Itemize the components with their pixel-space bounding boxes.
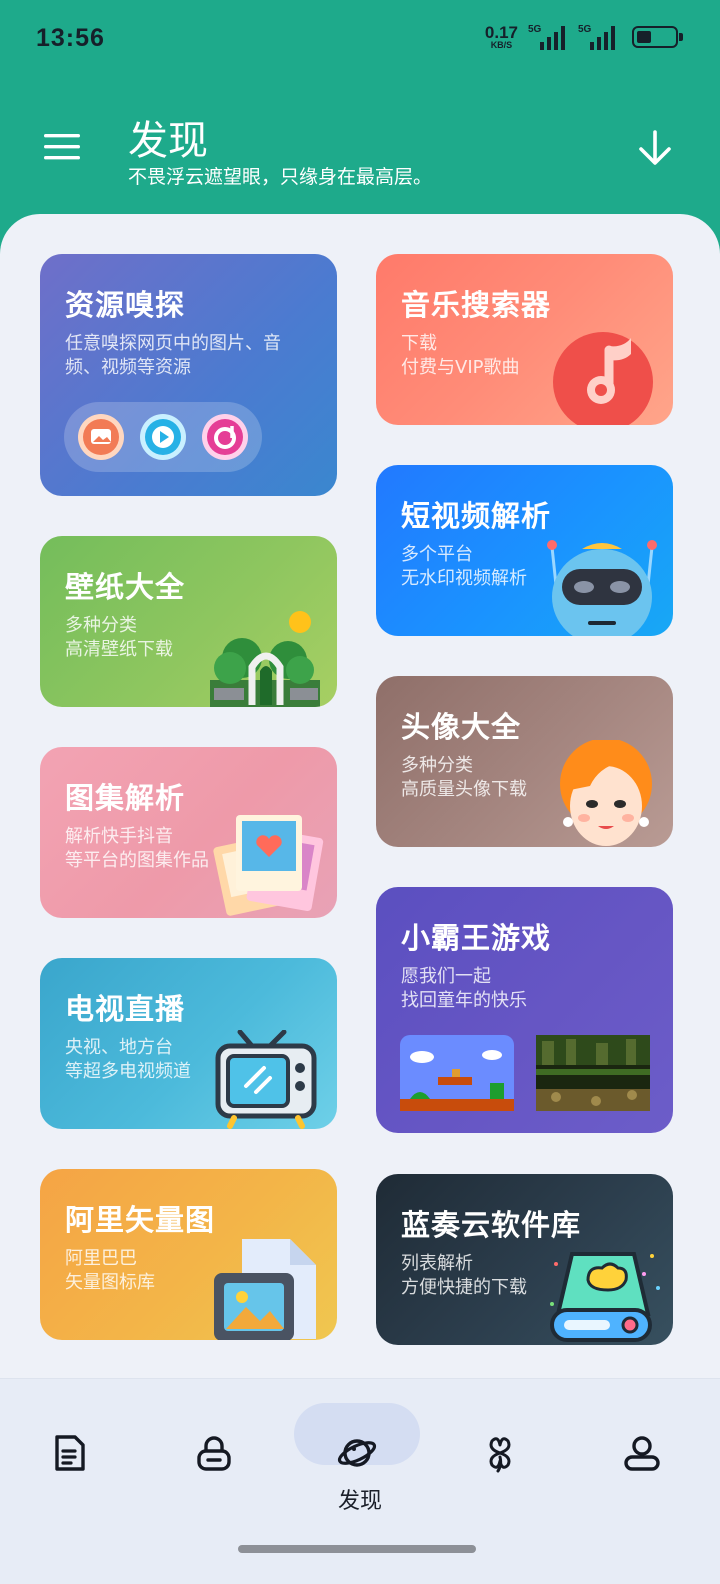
- sniff-type-pill: [64, 402, 262, 472]
- card-retro-games[interactable]: 小霸王游戏 愿我们一起 找回童年的快乐: [376, 887, 673, 1133]
- card-desc-line: 找回童年的快乐: [401, 990, 527, 1011]
- nav-item-lock[interactable]: [174, 1413, 254, 1493]
- nav-item-clover[interactable]: [460, 1413, 540, 1493]
- card-title: 小霸王游戏: [401, 921, 552, 955]
- card-lanzou-software[interactable]: 蓝奏云软件库 列表解析 方便快捷的下载: [376, 1174, 673, 1345]
- status-time: 13:56: [36, 24, 105, 52]
- signal-icon-sim1: 5G: [528, 22, 568, 52]
- card-gallery-parse[interactable]: 图集解析 解析快手抖音 等平台的图集作品: [40, 747, 337, 918]
- card-title: 电视直播: [65, 992, 186, 1026]
- game-screenshot-mario: [400, 1035, 514, 1111]
- card-title: 音乐搜索器: [401, 288, 552, 322]
- card-title: 头像大全: [401, 710, 522, 744]
- bottom-navigation: 发现: [0, 1378, 720, 1584]
- planet-icon: [337, 1439, 377, 1467]
- image-type-icon: [78, 414, 124, 460]
- card-avatar[interactable]: 头像大全 多种分类 高质量头像下载: [376, 676, 673, 847]
- image-file-icon: [214, 1239, 316, 1340]
- nav-item-profile[interactable]: [602, 1413, 682, 1493]
- nav-active-label: 发现: [337, 1489, 382, 1514]
- user-icon: [624, 1436, 660, 1471]
- card-short-video-parse[interactable]: 短视频解析 多个平台 无水印视频解析: [376, 465, 673, 636]
- tv-icon: [215, 1030, 317, 1129]
- nav-item-discover[interactable]: [317, 1413, 397, 1493]
- garden-gate-icon: [210, 611, 320, 707]
- cloud-drive-icon: [550, 1252, 660, 1342]
- network-speed: 0.17 KB/S: [485, 24, 518, 50]
- card-title: 壁纸大全: [65, 570, 186, 604]
- audio-type-icon: [202, 414, 248, 460]
- document-icon: [55, 1435, 85, 1471]
- card-title: 资源嗅探: [65, 288, 186, 322]
- hamburger-menu-icon[interactable]: [44, 132, 82, 162]
- photo-stack-icon: [213, 815, 324, 916]
- girl-avatar-icon: [560, 740, 652, 846]
- card-wallpaper[interactable]: 壁纸大全 多种分类 高清壁纸下载: [40, 536, 337, 707]
- card-title: 蓝奏云软件库: [401, 1208, 582, 1242]
- game-screenshot-contra: [536, 1035, 650, 1111]
- card-title: 短视频解析: [401, 499, 552, 533]
- signal-icon-sim2: 5G: [578, 22, 618, 52]
- video-type-icon: [140, 414, 186, 460]
- card-title: 图集解析: [65, 781, 186, 815]
- network-speed-value: 0.17: [484, 23, 518, 42]
- card-tv-live[interactable]: 电视直播 央视、地方台 等超多电视频道: [40, 958, 337, 1129]
- network-speed-unit: KB/S: [490, 40, 513, 50]
- page-subtitle: 不畏浮云遮望眼，只缘身在最高层。: [128, 166, 433, 188]
- music-note-icon: [553, 332, 653, 425]
- card-desc: 愿我们一起 找回童年的快乐: [401, 965, 651, 1013]
- robot-icon: [547, 540, 657, 636]
- nav-item-documents[interactable]: [30, 1413, 110, 1493]
- battery-icon: [632, 26, 683, 48]
- arrow-down-icon[interactable]: [636, 128, 674, 168]
- card-ali-vector[interactable]: 阿里矢量图 阿里巴巴 矢量图标库: [40, 1169, 337, 1340]
- lock-icon: [197, 1436, 231, 1471]
- clover-icon: [489, 1437, 511, 1473]
- page-title: 发现: [128, 118, 208, 164]
- status-bar: 13:56 0.17 KB/S 5G 5G: [36, 22, 683, 58]
- card-resource-sniff[interactable]: 资源嗅探 任意嗅探网页中的图片、音频、视频等资源: [40, 254, 337, 496]
- card-desc-line: 愿我们一起: [401, 966, 491, 987]
- card-desc: 任意嗅探网页中的图片、音频、视频等资源: [65, 333, 281, 378]
- card-music-search[interactable]: 音乐搜索器 下载 付费与VIP歌曲: [376, 254, 673, 425]
- home-indicator[interactable]: [238, 1545, 476, 1553]
- card-title: 阿里矢量图: [65, 1203, 216, 1237]
